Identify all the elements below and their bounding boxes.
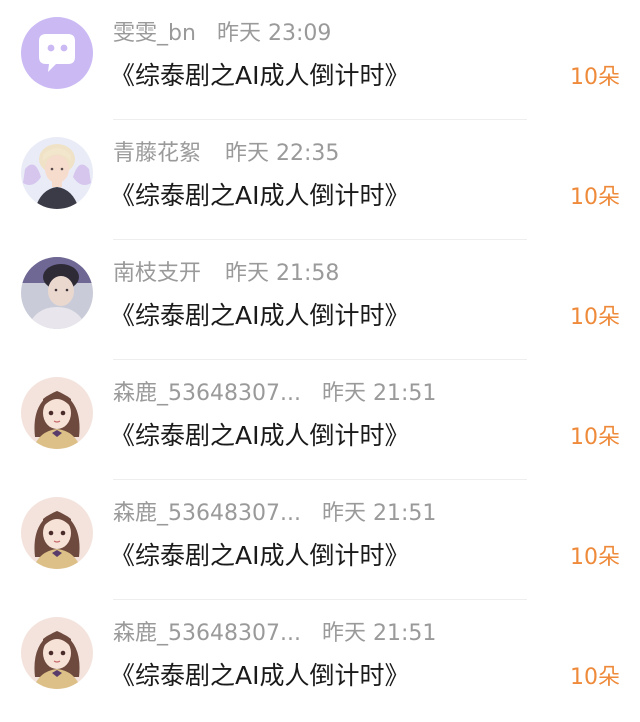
avatar[interactable] (21, 377, 93, 449)
list-item[interactable]: 青藤花絮 昨天 22:35 《综泰剧之AI成人倒计时》 10朵 (0, 120, 640, 240)
work-title[interactable]: 《综泰剧之AI成人倒计时》 (110, 298, 409, 334)
list-item[interactable]: 森鹿_53648307... 昨天 21:51 《综泰剧之AI成人倒计时》 10… (0, 600, 640, 720)
anime-girl-avatar (21, 617, 93, 689)
meta-line: 森鹿_53648307... 昨天 21:51 (113, 380, 436, 408)
work-title[interactable]: 《综泰剧之AI成人倒计时》 (110, 178, 409, 214)
male-portrait-avatar (21, 257, 93, 329)
username[interactable]: 森鹿_53648307... (113, 381, 301, 406)
gift-amount: 10朵 (570, 545, 620, 570)
username[interactable]: 森鹿_53648307... (113, 501, 301, 526)
meta-line: 森鹿_53648307... 昨天 21:51 (113, 620, 436, 648)
avatar[interactable] (21, 617, 93, 689)
work-title[interactable]: 《综泰剧之AI成人倒计时》 (110, 418, 409, 454)
gift-list: 雯雯_bn 昨天 23:09 《综泰剧之AI成人倒计时》 10朵 青藤花絮 昨天… (0, 0, 640, 722)
work-title[interactable]: 《综泰剧之AI成人倒计时》 (110, 658, 409, 694)
list-item[interactable]: 森鹿_53648307... 昨天 21:51 《综泰剧之AI成人倒计时》 10… (0, 480, 640, 600)
gift-amount: 10朵 (570, 425, 620, 450)
meta-line: 南枝支开 昨天 21:58 (113, 260, 339, 288)
list-item[interactable]: 森鹿_53648307... 昨天 21:51 《综泰剧之AI成人倒计时》 10… (0, 360, 640, 480)
blonde-fairy-avatar (21, 137, 93, 209)
timestamp: 昨天 21:51 (322, 501, 437, 526)
gift-amount: 10朵 (570, 65, 620, 90)
timestamp: 昨天 23:09 (217, 21, 332, 46)
avatar[interactable] (21, 137, 93, 209)
anime-girl-avatar (21, 377, 93, 449)
gift-amount: 10朵 (570, 185, 620, 210)
username[interactable]: 青藤花絮 (113, 141, 201, 166)
username[interactable]: 南枝支开 (113, 261, 201, 286)
timestamp: 昨天 22:35 (225, 141, 340, 166)
username[interactable]: 雯雯_bn (113, 21, 196, 46)
timestamp: 昨天 21:51 (322, 381, 437, 406)
anime-girl-avatar (21, 497, 93, 569)
list-item[interactable]: 雯雯_bn 昨天 23:09 《综泰剧之AI成人倒计时》 10朵 (0, 0, 640, 120)
avatar[interactable] (21, 257, 93, 329)
gift-amount: 10朵 (570, 305, 620, 330)
username[interactable]: 森鹿_53648307... (113, 621, 301, 646)
meta-line: 森鹿_53648307... 昨天 21:51 (113, 500, 436, 528)
meta-line: 雯雯_bn 昨天 23:09 (113, 20, 331, 48)
gift-amount: 10朵 (570, 665, 620, 690)
work-title[interactable]: 《综泰剧之AI成人倒计时》 (110, 538, 409, 574)
avatar[interactable] (21, 497, 93, 569)
default-wechat-icon (21, 17, 93, 89)
work-title[interactable]: 《综泰剧之AI成人倒计时》 (110, 58, 409, 94)
timestamp: 昨天 21:51 (322, 621, 437, 646)
meta-line: 青藤花絮 昨天 22:35 (113, 140, 339, 168)
avatar[interactable] (21, 17, 93, 89)
list-item[interactable]: 南枝支开 昨天 21:58 《综泰剧之AI成人倒计时》 10朵 (0, 240, 640, 360)
timestamp: 昨天 21:58 (225, 261, 340, 286)
